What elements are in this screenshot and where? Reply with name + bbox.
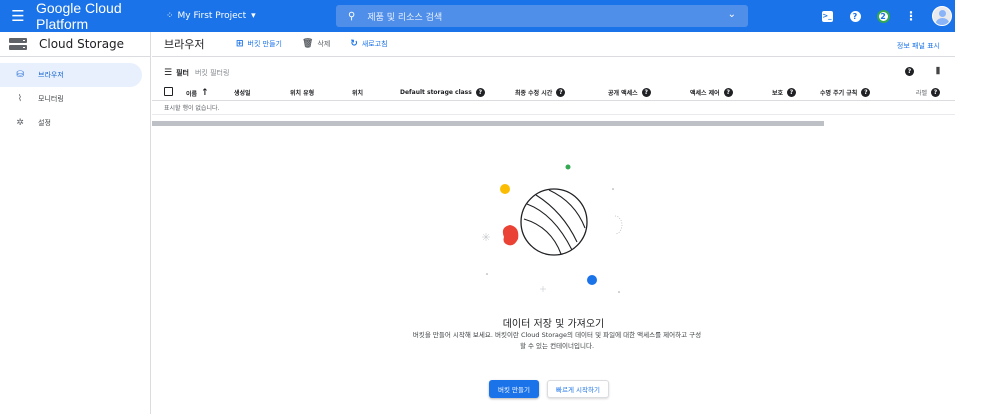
project-name: My First Project bbox=[177, 11, 247, 21]
table-header: 이름 ↑ 생성일 위치 유형 위치 Default storage class? … bbox=[152, 84, 955, 101]
info-panel-toggle[interactable]: 정보 패널 표시 bbox=[897, 41, 940, 51]
filter-bar[interactable]: ☰ 필터 버킷 필터링 ? ⦀ bbox=[152, 63, 955, 83]
yellow-blob-icon bbox=[500, 184, 510, 194]
storage-illustration bbox=[482, 164, 623, 293]
storage-logo-icon bbox=[9, 38, 27, 50]
column-header-name[interactable]: 이름 ↑ bbox=[186, 88, 209, 98]
help-icon: ? bbox=[641, 88, 651, 97]
quickstart-button[interactable]: 빠르게 시작하기 bbox=[547, 380, 609, 398]
help-icon[interactable]: ? bbox=[905, 67, 914, 76]
add-box-icon: ⊞ bbox=[236, 39, 244, 49]
column-display-icon[interactable]: ⦀ bbox=[936, 67, 940, 77]
help-icon: ? bbox=[931, 88, 941, 97]
column-header-protection[interactable]: 보호? bbox=[772, 88, 797, 97]
main-content: 브라우저 ⊞ 버킷 만들기 🗑 삭제 ↻ 새로고침 정보 패널 표시 ☰ 필터 … bbox=[152, 32, 955, 414]
help-icon[interactable]: ? bbox=[848, 9, 862, 23]
filter-input[interactable]: 버킷 필터링 bbox=[195, 68, 229, 78]
delete-label: 삭제 bbox=[317, 40, 331, 48]
action-bar: 브라우저 ⊞ 버킷 만들기 🗑 삭제 ↻ 새로고침 정보 패널 표시 bbox=[152, 32, 955, 57]
red-blob-icon bbox=[502, 225, 519, 246]
project-icon: ⁘ bbox=[166, 11, 173, 21]
chart-icon: ⌇ bbox=[17, 94, 23, 104]
create-bucket-label: 버킷 만들기 bbox=[247, 40, 282, 48]
horizontal-scrollbar[interactable] bbox=[152, 121, 824, 126]
column-header-labels[interactable]: 라벨? bbox=[916, 88, 941, 97]
column-header-modified[interactable]: 최종 수정 시간? bbox=[515, 88, 566, 97]
search-input[interactable]: ⚲ 제품 및 리소스 검색 ⌄ bbox=[336, 5, 748, 27]
sidebar-item-settings[interactable]: ✲ 설정 bbox=[0, 111, 150, 135]
sidebar-item-monitoring[interactable]: ⌇ 모니터링 bbox=[0, 87, 150, 111]
chevron-down-icon: ▾ bbox=[251, 11, 256, 21]
chevron-down-icon[interactable]: ⌄ bbox=[728, 9, 736, 20]
green-dot-icon bbox=[565, 164, 571, 170]
refresh-label: 새로고침 bbox=[361, 40, 388, 48]
blue-dot-icon bbox=[587, 275, 597, 285]
help-icon: ? bbox=[861, 88, 871, 97]
sidebar-title: Cloud Storage bbox=[39, 37, 125, 51]
top-app-bar: ☰ Google Cloud Platform ⁘ My First Proje… bbox=[0, 0, 955, 32]
notifications-badge[interactable]: 2 bbox=[876, 9, 890, 23]
gear-icon: ✲ bbox=[16, 118, 24, 128]
search-icon: ⚲ bbox=[348, 10, 356, 22]
empty-state-title: 데이터 저장 및 가져오기 bbox=[502, 319, 605, 330]
bucket-icon: ⛁ bbox=[16, 70, 24, 80]
select-all-checkbox[interactable] bbox=[164, 87, 173, 96]
sidebar-item-label: 모니터링 bbox=[38, 95, 64, 103]
topbar-actions: >_ ? 2 ⋮ bbox=[820, 0, 952, 32]
more-vert-icon[interactable]: ⋮ bbox=[904, 9, 918, 23]
create-bucket-primary-button[interactable]: 버킷 만들기 bbox=[489, 380, 539, 398]
filter-label: 필터 bbox=[176, 69, 189, 77]
help-icon: ? bbox=[556, 88, 566, 97]
menu-icon[interactable]: ☰ bbox=[0, 7, 36, 25]
column-header-created[interactable]: 생성일 bbox=[234, 88, 251, 97]
sidebar-item-label: 브라우저 bbox=[38, 71, 64, 79]
sidebar-item-label: 설정 bbox=[38, 119, 51, 127]
page-title: 브라우저 bbox=[164, 38, 205, 51]
sidebar-item-browser[interactable]: ⛁ 브라우저 bbox=[0, 63, 142, 87]
divider bbox=[152, 114, 955, 115]
column-header-public-access[interactable]: 공개 액세스? bbox=[608, 88, 651, 97]
project-selector[interactable]: ⁘ My First Project ▾ bbox=[166, 11, 316, 21]
account-avatar[interactable] bbox=[932, 6, 952, 26]
sidebar-header: Cloud Storage bbox=[0, 32, 150, 57]
refresh-button[interactable]: ↻ 새로고침 bbox=[350, 39, 387, 49]
refresh-icon: ↻ bbox=[350, 39, 358, 49]
column-header-access-control[interactable]: 액세스 제어? bbox=[690, 88, 733, 97]
help-icon: ? bbox=[787, 88, 797, 97]
filter-icon: ☰ bbox=[164, 68, 173, 78]
empty-state-description: 버킷을 만들어 시작해 보세요. 버킷이란 Cloud Storage의 데이터… bbox=[412, 331, 702, 350]
help-icon: ? bbox=[475, 88, 485, 97]
column-header-storage-class[interactable]: Default storage class? bbox=[400, 88, 485, 97]
column-header-location-type[interactable]: 위치 유형 bbox=[290, 88, 314, 97]
help-icon: ? bbox=[723, 88, 733, 97]
create-bucket-button[interactable]: ⊞ 버킷 만들기 bbox=[236, 39, 282, 49]
column-header-location[interactable]: 위치 bbox=[352, 88, 363, 97]
cloud-shell-icon[interactable]: >_ bbox=[820, 9, 834, 23]
empty-table-message: 표시할 행이 없습니다. bbox=[164, 105, 220, 112]
column-header-lifecycle[interactable]: 수명 주기 규칙? bbox=[820, 88, 871, 97]
sidebar: Cloud Storage ⛁ 브라우저 ⌇ 모니터링 ✲ 설정 bbox=[0, 32, 151, 414]
trash-icon: 🗑 bbox=[301, 39, 314, 49]
arrow-up-icon: ↑ bbox=[201, 88, 209, 98]
brand-title[interactable]: Google Cloud Platform bbox=[36, 0, 161, 32]
search-placeholder: 제품 및 리소스 검색 bbox=[367, 12, 443, 23]
delete-button[interactable]: 🗑 삭제 bbox=[302, 39, 330, 49]
